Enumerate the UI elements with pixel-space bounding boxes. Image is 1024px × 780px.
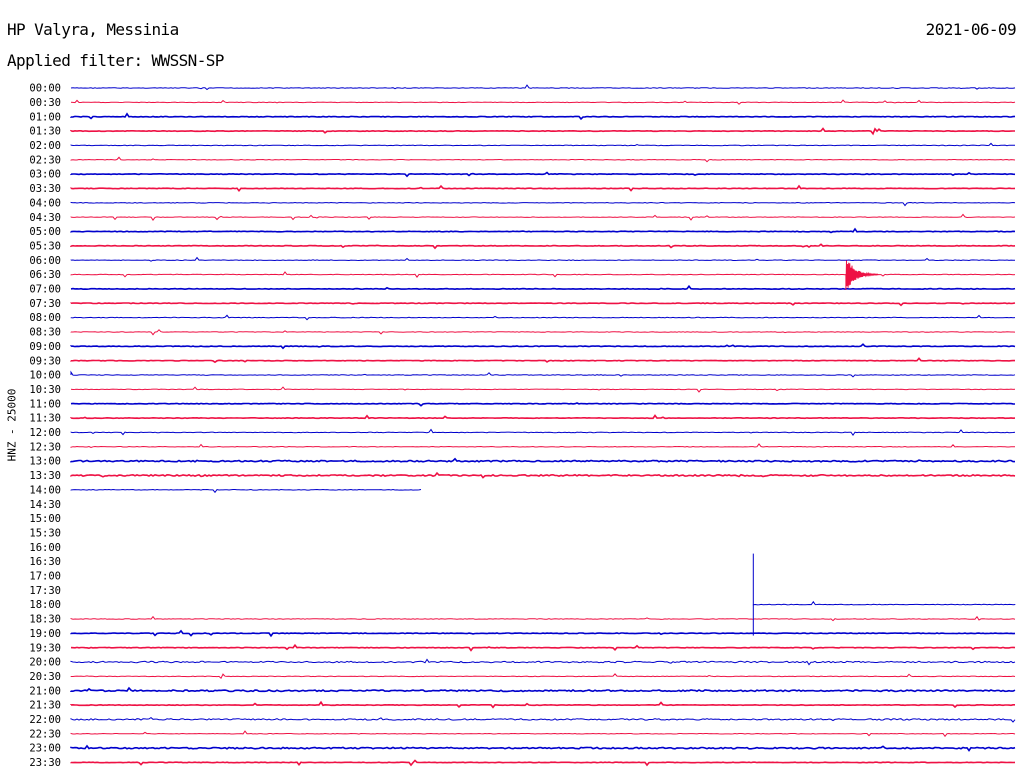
tick-label: 10:30 — [29, 384, 61, 396]
trace-line — [70, 314, 1016, 321]
trace-line — [70, 716, 1016, 723]
tick-label: 11:00 — [29, 398, 61, 410]
trace-line — [70, 700, 1015, 709]
tick-label: 06:00 — [29, 255, 61, 267]
tick-label: 13:00 — [29, 456, 61, 468]
tick-label: 17:00 — [29, 571, 61, 583]
trace-line — [70, 615, 1016, 622]
tick-label: 03:30 — [29, 183, 61, 195]
trace-line — [70, 673, 1016, 680]
trace-line — [70, 744, 1016, 752]
tick-label: 08:30 — [29, 327, 61, 339]
trace-line — [70, 471, 1016, 479]
trace-line — [70, 156, 1016, 163]
trace-line — [70, 171, 1016, 178]
tick-label: 18:30 — [29, 614, 61, 626]
trace-line — [70, 213, 1016, 221]
tick-label: 02:30 — [29, 154, 61, 166]
trace-line — [70, 686, 1016, 693]
tick-label: 16:30 — [29, 556, 61, 568]
tick-label: 09:00 — [29, 341, 61, 353]
trace-line — [70, 142, 1016, 147]
trace-line — [752, 600, 1016, 606]
trace-line — [70, 414, 1016, 420]
trace-line — [70, 730, 1016, 738]
tick-label: 17:30 — [29, 585, 61, 597]
tick-label: 05:00 — [29, 226, 61, 238]
trace-line — [70, 488, 422, 494]
tick-label: 04:00 — [29, 197, 61, 209]
trace-line — [70, 284, 1016, 291]
tick-label: 23:30 — [29, 757, 61, 769]
tick-label: 23:00 — [29, 743, 61, 755]
tick-label: 08:00 — [29, 312, 61, 324]
tick-label: 07:30 — [29, 298, 61, 310]
trace-line — [70, 643, 1016, 652]
tick-label: 01:00 — [29, 111, 61, 123]
trace-line — [70, 256, 1016, 262]
tick-label: 14:00 — [29, 484, 61, 496]
tick-label: 15:00 — [29, 513, 61, 525]
tick-label: 20:30 — [29, 671, 61, 683]
trace-line — [70, 402, 1016, 407]
tick-label: 00:00 — [29, 83, 61, 95]
tick-label: 09:30 — [29, 355, 61, 367]
tick-label: 07:00 — [29, 284, 61, 296]
trace-line — [70, 84, 1016, 91]
tick-label: 13:30 — [29, 470, 61, 482]
tick-label: 02:00 — [29, 140, 61, 152]
trace-line — [70, 457, 1015, 463]
tick-label: 22:00 — [29, 714, 61, 726]
trace-line — [70, 127, 1015, 136]
trace-line — [70, 443, 1015, 449]
tick-label: 01:30 — [29, 126, 61, 138]
helicorder-plot: 00:00 00:30 01:00 01:30 02:00 02:30 03:00 03:30… — [29, 83, 1016, 769]
tick-label: 06:30 — [29, 269, 61, 281]
tick-label: 21:30 — [29, 700, 61, 712]
trace-line — [70, 201, 1016, 207]
tick-label: 22:30 — [29, 728, 61, 740]
tick-label: 21:00 — [29, 685, 61, 697]
tick-label: 04:30 — [29, 212, 61, 224]
trace-line — [70, 386, 1016, 393]
tick-label: 14:30 — [29, 499, 61, 511]
tick-label: 16:00 — [29, 542, 61, 554]
tick-label: 03:00 — [29, 169, 61, 181]
event-waveform — [845, 260, 879, 290]
trace-line — [70, 759, 1016, 767]
tick-label: 05:30 — [29, 240, 61, 252]
trace-line — [70, 357, 1015, 364]
trace-line — [70, 243, 1016, 250]
tick-label: 19:00 — [29, 628, 61, 640]
tick-label: 19:30 — [29, 642, 61, 654]
trace-line — [70, 227, 1016, 234]
tick-label: 00:30 — [29, 97, 61, 109]
tick-label: 12:30 — [29, 441, 61, 453]
trace-line — [70, 658, 1016, 666]
trace-line — [70, 329, 1016, 336]
trace-line — [70, 370, 1016, 378]
tick-label: 20:00 — [29, 657, 61, 669]
trace-line — [70, 343, 1016, 350]
trace-line — [70, 184, 1016, 192]
tick-label: 15:30 — [29, 527, 61, 539]
tick-label: 12:00 — [29, 427, 61, 439]
trace-line — [70, 428, 1016, 436]
tick-label: 18:00 — [29, 599, 61, 611]
trace-line — [70, 112, 1016, 121]
trace-line — [70, 629, 1016, 638]
trace-line — [70, 302, 1016, 307]
tick-label: 11:30 — [29, 413, 61, 425]
trace-line — [70, 99, 1016, 105]
tick-label: 10:00 — [29, 370, 61, 382]
